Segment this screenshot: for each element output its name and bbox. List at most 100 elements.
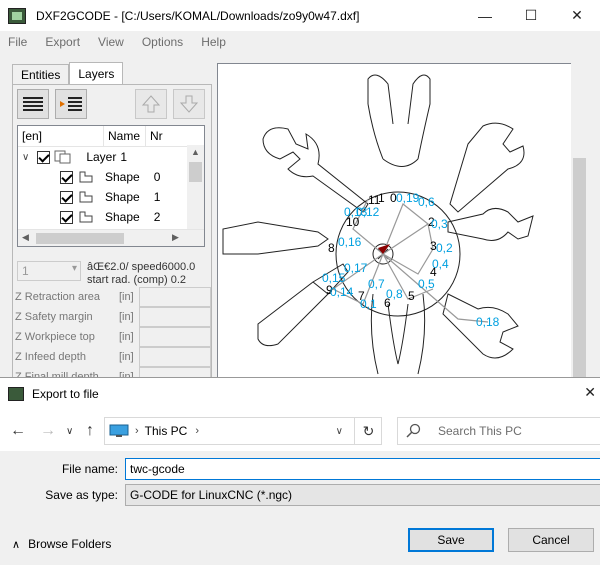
scroll-thumb[interactable] bbox=[189, 162, 202, 182]
shape-icon bbox=[79, 171, 93, 183]
menu-file[interactable]: File bbox=[0, 35, 36, 49]
param-field[interactable] bbox=[139, 287, 211, 307]
close-button[interactable]: ✕ bbox=[554, 0, 600, 31]
dialog-footer: ∧ Browse Folders Save Cancel bbox=[0, 523, 600, 565]
tree-horizontal-scrollbar[interactable]: ◀ ▶ bbox=[18, 229, 204, 246]
cancel-button[interactable]: Cancel bbox=[508, 528, 594, 552]
move-down-button[interactable] bbox=[173, 89, 205, 119]
title-bar: DXF2GCODE - [C:/Users/KOMAL/Downloads/zo… bbox=[0, 0, 600, 31]
minimize-button[interactable]: — bbox=[462, 0, 508, 31]
path-label: 0,1 bbox=[360, 297, 377, 311]
chevron-down-icon: ▾ bbox=[71, 263, 77, 274]
path-label: 0,17 bbox=[344, 261, 368, 275]
search-icon bbox=[406, 423, 421, 438]
select-all-button[interactable] bbox=[17, 89, 49, 119]
param-field[interactable] bbox=[139, 307, 211, 327]
save-type-select[interactable]: G-CODE for LinuxCNC (*.ngc) bbox=[125, 484, 600, 506]
tool-combo[interactable]: 1 ▾ bbox=[17, 261, 81, 281]
menu-options[interactable]: Options bbox=[133, 35, 192, 49]
param-z-infeed: Z Infeed depth [in] bbox=[15, 347, 211, 367]
scroll-thumb[interactable] bbox=[573, 158, 586, 383]
chevron-down-icon[interactable]: ∨ bbox=[22, 152, 29, 163]
param-field[interactable] bbox=[139, 327, 211, 347]
scroll-up-icon[interactable]: ▲ bbox=[191, 147, 200, 157]
save-button[interactable]: Save bbox=[408, 528, 494, 552]
tree-row-name: Layer bbox=[86, 150, 117, 164]
move-up-button[interactable] bbox=[135, 89, 167, 119]
app-icon bbox=[8, 7, 26, 24]
tree-row-nr: 1 bbox=[120, 150, 128, 164]
menu-export[interactable]: Export bbox=[36, 35, 89, 49]
main-window: DXF2GCODE - [C:/Users/KOMAL/Downloads/zo… bbox=[0, 0, 600, 565]
browse-folders-label: Browse Folders bbox=[28, 537, 112, 551]
chevron-down-icon[interactable]: ∨ bbox=[336, 426, 343, 437]
tree-row-shape[interactable]: Shape 0 bbox=[18, 167, 204, 187]
list-arrow-icon bbox=[60, 97, 82, 111]
tree-header: [en] Name Nr bbox=[18, 126, 204, 147]
canvas-scrollbar[interactable] bbox=[571, 63, 588, 383]
path-label: 0,3 bbox=[431, 217, 448, 231]
dialog-close-button[interactable]: ✕ bbox=[584, 384, 596, 401]
point-label: 8 bbox=[328, 241, 335, 255]
search-placeholder: Search This PC bbox=[438, 424, 522, 438]
chevron-right-icon[interactable]: › bbox=[135, 425, 139, 437]
maximize-button[interactable]: ☐ bbox=[508, 0, 554, 31]
tool-info-line2: start rad. (comp) 0.2 bbox=[87, 274, 187, 286]
chevron-right-icon[interactable]: › bbox=[195, 425, 199, 437]
refresh-button[interactable]: ↻ bbox=[354, 417, 382, 445]
path-label: 0,18 bbox=[476, 315, 500, 329]
forward-arrow-icon[interactable]: → bbox=[40, 422, 56, 440]
param-z-workpiece: Z Workpiece top [in] bbox=[15, 327, 211, 347]
shape-checkbox[interactable] bbox=[60, 190, 73, 204]
tree-row-shape[interactable]: Shape 2 bbox=[18, 207, 204, 227]
file-name-input[interactable]: twc-gcode bbox=[125, 458, 600, 480]
menu-help[interactable]: Help bbox=[192, 35, 235, 49]
invert-selection-button[interactable] bbox=[55, 89, 87, 119]
param-field[interactable] bbox=[139, 347, 211, 367]
tab-entities[interactable]: Entities bbox=[12, 64, 70, 84]
scroll-right-icon[interactable]: ▶ bbox=[172, 232, 179, 243]
address-segment[interactable]: This PC bbox=[145, 424, 188, 438]
tree-row-nr: 1 bbox=[153, 190, 161, 204]
param-z-safety: Z Safety margin [in] bbox=[15, 307, 211, 327]
col-en[interactable]: [en] bbox=[18, 126, 104, 147]
export-dialog: Export to file ✕ ← → ∨ ↑ › This PC › ∨ ↻… bbox=[0, 377, 600, 565]
arrow-up-icon bbox=[141, 95, 161, 113]
param-unit: [in] bbox=[119, 311, 134, 323]
app-icon bbox=[8, 386, 24, 401]
path-label: 0,15 bbox=[322, 271, 346, 285]
path-label: 0,14 bbox=[330, 285, 354, 299]
tree-row-shape[interactable]: Shape 1 bbox=[18, 187, 204, 207]
layer-tree[interactable]: [en] Name Nr ∨ Layer 1 Shape 0 Shape 1 S… bbox=[17, 125, 205, 247]
refresh-icon: ↻ bbox=[362, 422, 375, 439]
scroll-left-icon[interactable]: ◀ bbox=[22, 232, 29, 243]
address-bar[interactable]: › This PC › ∨ bbox=[104, 417, 382, 445]
shape-icon bbox=[79, 191, 93, 203]
up-arrow-icon[interactable]: ↑ bbox=[86, 422, 94, 440]
search-box[interactable]: Search This PC bbox=[397, 417, 600, 445]
menu-bar: File Export View Options Help bbox=[0, 31, 600, 53]
param-z-retraction: Z Retraction area [in] bbox=[15, 287, 211, 307]
path-label: 0,6 bbox=[418, 195, 435, 209]
col-name[interactable]: Name bbox=[104, 126, 146, 147]
path-label: 0,16 bbox=[338, 235, 362, 249]
tab-strip: Entities Layers bbox=[12, 62, 124, 84]
drawing-canvas[interactable]: 10 11 0 1 6 2 3 4 5 7 8 9 0,6 0,3 0,2 0,… bbox=[217, 63, 587, 383]
chevron-up-icon: ∧ bbox=[12, 538, 21, 551]
chevron-down-icon[interactable]: ∨ bbox=[66, 426, 73, 437]
scroll-thumb[interactable] bbox=[36, 233, 124, 244]
tree-row-layer[interactable]: ∨ Layer 1 bbox=[18, 147, 204, 167]
browse-folders-toggle[interactable]: ∧ Browse Folders bbox=[12, 537, 111, 551]
path-label: 0,2 bbox=[436, 241, 453, 255]
back-arrow-icon[interactable]: ← bbox=[10, 422, 26, 440]
layer-checkbox[interactable] bbox=[37, 150, 51, 164]
shape-checkbox[interactable] bbox=[60, 170, 73, 184]
param-label: Z Safety margin bbox=[15, 311, 93, 323]
col-nr[interactable]: Nr bbox=[146, 126, 176, 147]
list-icon bbox=[23, 97, 43, 111]
tab-layers[interactable]: Layers bbox=[69, 62, 124, 84]
tree-row-name: Shape bbox=[105, 210, 140, 224]
path-label: 0,8 bbox=[386, 287, 403, 301]
shape-checkbox[interactable] bbox=[60, 210, 73, 224]
menu-view[interactable]: View bbox=[89, 35, 133, 49]
